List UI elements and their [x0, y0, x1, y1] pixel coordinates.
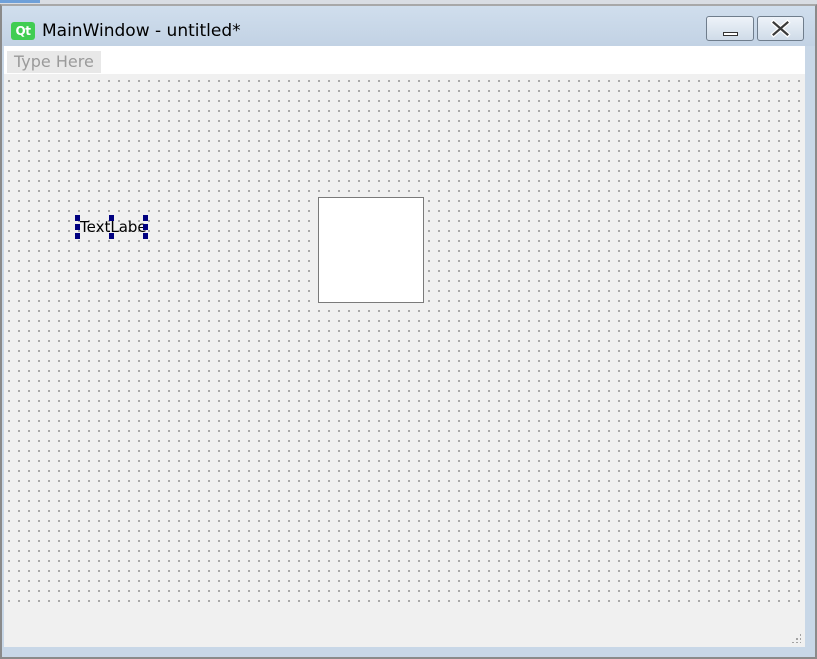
close-button[interactable]	[757, 16, 804, 41]
qt-logo-icon: Qt	[11, 22, 35, 40]
main-window: Qt MainWindow - untitled* Type Here Text…	[0, 4, 817, 659]
selection-handle-bottom-right[interactable]	[143, 233, 148, 239]
window-title: MainWindow - untitled*	[42, 21, 241, 41]
selection-handle-mid-right[interactable]	[143, 224, 148, 230]
minimize-icon	[723, 32, 738, 36]
selection-handle-top-right[interactable]	[143, 215, 148, 221]
minimize-button[interactable]	[706, 16, 754, 41]
form-canvas[interactable]: TextLabel	[4, 74, 805, 647]
selection-handle-bottom-left[interactable]	[75, 233, 80, 239]
background-tab[interactable]	[0, 0, 40, 3]
menu-type-here[interactable]: Type Here	[7, 51, 101, 73]
menu-bar: Type Here	[4, 46, 805, 74]
frame-widget[interactable]	[318, 197, 424, 303]
close-icon	[770, 19, 791, 38]
title-bar[interactable]: Qt MainWindow - untitled*	[2, 6, 815, 46]
size-grip-icon[interactable]	[791, 633, 801, 643]
status-area	[4, 609, 805, 647]
selection-handle-top-mid[interactable]	[109, 215, 114, 221]
selection-handle-bottom-mid[interactable]	[109, 233, 114, 239]
selection-handle-top-left[interactable]	[75, 215, 80, 221]
selection-handle-mid-left[interactable]	[75, 224, 80, 230]
